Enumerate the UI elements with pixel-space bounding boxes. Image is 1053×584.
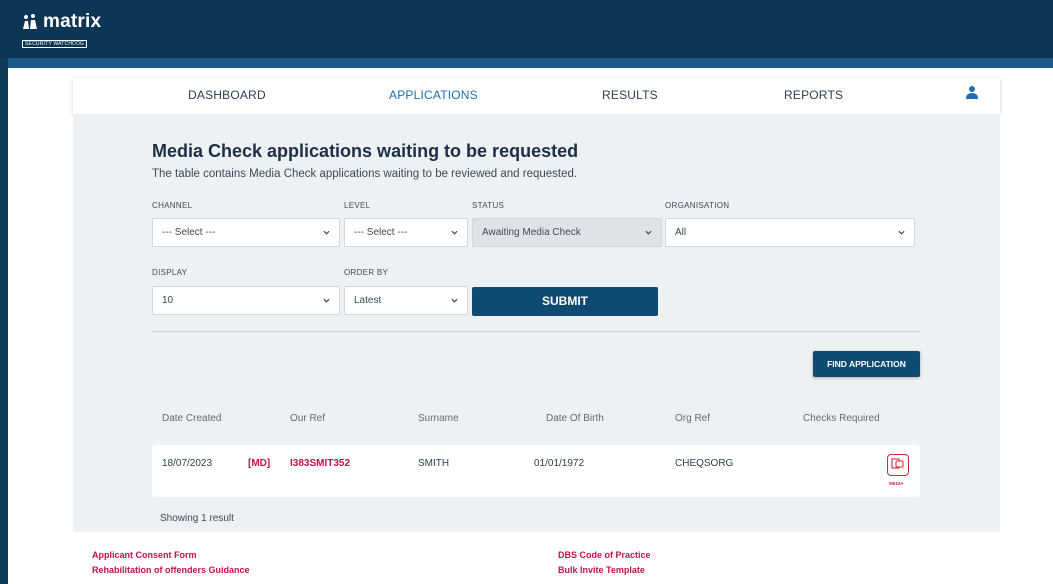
organisation-select-value: All: [675, 227, 687, 238]
people-logo-icon: [23, 14, 37, 29]
nav-applications[interactable]: APPLICATIONS: [389, 88, 478, 102]
col-date-created: Date Created: [162, 413, 222, 424]
page-subtitle: The table contains Media Check applicati…: [152, 168, 578, 180]
col-our-ref: Our Ref: [290, 413, 326, 424]
chevron-down-icon: [451, 298, 458, 303]
link-dbs-code-of-practice[interactable]: DBS Code of Practice: [558, 550, 651, 560]
col-checks-required: Checks Required: [803, 413, 880, 424]
chevron-down-icon: [451, 230, 458, 235]
channel-label: CHANNEL: [152, 201, 193, 210]
submit-button[interactable]: SUBMIT: [472, 287, 658, 316]
status-select-value: Awaiting Media Check: [482, 227, 581, 238]
window-frame-left: [0, 0, 8, 584]
channel-select[interactable]: --- Select ---: [152, 218, 340, 247]
media-check-label: MEDIA: [889, 481, 904, 486]
find-application-button[interactable]: FIND APPLICATION: [813, 351, 920, 377]
order-by-label: ORDER BY: [344, 268, 389, 277]
row-dob: 01/01/1972: [534, 458, 585, 469]
status-select[interactable]: Awaiting Media Check: [472, 218, 662, 247]
level-select[interactable]: --- Select ---: [344, 218, 468, 247]
page-title: Media Check applications waiting to be r…: [152, 141, 579, 161]
organisation-select[interactable]: All: [665, 218, 915, 247]
display-label: DISPLAY: [152, 268, 188, 277]
chevron-down-icon: [898, 230, 905, 235]
chevron-down-icon: [323, 298, 330, 303]
header-accent-strip: [8, 58, 1053, 68]
results-count: Showing 1 result: [160, 513, 234, 524]
row-date-created: 18/07/2023: [162, 458, 213, 469]
main-nav: DASHBOARD APPLICATIONS RESULTS REPORTS: [73, 78, 1000, 114]
top-header: matrix SECURITY WATCHDOG: [0, 0, 1053, 58]
col-org-ref: Org Ref: [675, 413, 711, 424]
chevron-down-icon: [323, 230, 330, 235]
media-document-icon: [891, 458, 904, 469]
row-our-ref-link[interactable]: I383SMIT352: [290, 458, 350, 469]
channel-select-value: --- Select ---: [162, 227, 216, 238]
level-label: LEVEL: [344, 201, 371, 210]
brand-tagline: SECURITY WATCHDOG: [22, 40, 88, 48]
brand-name: matrix: [43, 11, 102, 32]
user-icon[interactable]: [966, 85, 978, 99]
display-select[interactable]: 10: [152, 286, 340, 315]
link-applicant-consent-form[interactable]: Applicant Consent Form: [92, 550, 197, 560]
table-row[interactable]: 18/07/2023 [MD] I383SMIT352 SMITH 01/01/…: [152, 445, 920, 497]
brand-logo[interactable]: matrix SECURITY WATCHDOG: [22, 12, 101, 50]
link-rehabilitation-guidance[interactable]: Rehabilitation of offenders Guidance: [92, 565, 250, 575]
organisation-label: ORGANISATION: [665, 201, 730, 210]
row-surname: SMITH: [418, 458, 450, 469]
status-label: STATUS: [472, 201, 505, 210]
level-select-value: --- Select ---: [354, 227, 408, 238]
media-check-icon[interactable]: [887, 454, 909, 476]
link-bulk-invite-template[interactable]: Bulk Invite Template: [558, 565, 645, 575]
row-org-ref: CHEQSORG: [675, 458, 734, 469]
nav-reports[interactable]: REPORTS: [784, 88, 843, 102]
nav-results[interactable]: RESULTS: [602, 88, 658, 102]
display-select-value: 10: [162, 295, 174, 306]
nav-dashboard[interactable]: DASHBOARD: [188, 88, 266, 102]
chevron-down-icon: [645, 230, 652, 235]
order-by-select[interactable]: Latest: [344, 286, 468, 315]
divider: [152, 331, 920, 332]
row-tag: [MD]: [248, 458, 271, 469]
order-by-select-value: Latest: [354, 295, 382, 306]
col-date-of-birth: Date Of Birth: [546, 413, 604, 424]
col-surname: Surname: [418, 413, 459, 424]
